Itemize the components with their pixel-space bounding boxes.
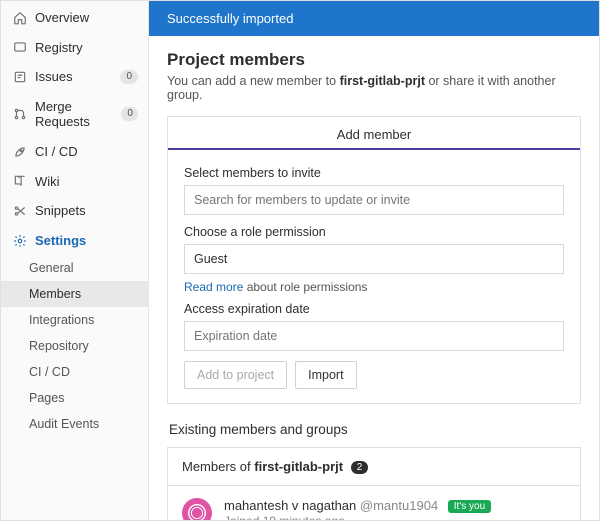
sidebar: Overview Registry Issues 0 Merge Request… [1,1,149,520]
sidebar-item-label: Merge Requests [35,99,113,130]
sidebar-item-issues[interactable]: Issues 0 [1,62,148,92]
merge-icon [13,107,27,121]
sidebar-item-label: Snippets [35,203,86,219]
member-joined: Joined 19 minutes ago [224,514,491,520]
sidebar-item-overview[interactable]: Overview [1,3,148,33]
add-member-panel: Select members to invite Choose a role p… [167,150,581,404]
subnav-audit-events[interactable]: Audit Events [1,411,148,437]
scissors-icon [13,204,27,218]
book-icon [13,174,27,188]
settings-subnav: General Members Integrations Repository … [1,255,148,437]
page-description: You can add a new member to first-gitlab… [167,74,581,102]
sidebar-item-cicd[interactable]: CI / CD [1,137,148,167]
avatar [182,498,212,520]
members-count: 2 [351,461,369,474]
its-you-badge: It's you [448,500,491,513]
select-members-input[interactable] [184,185,564,215]
sidebar-item-label: Settings [35,233,86,249]
sidebar-item-label: Issues [35,69,73,85]
sidebar-item-merge-requests[interactable]: Merge Requests 0 [1,92,148,137]
gear-icon [13,234,27,248]
role-label: Choose a role permission [184,225,564,239]
issues-icon [13,70,27,84]
role-select[interactable]: Guest [184,244,564,274]
rocket-icon [13,145,27,159]
role-help[interactable]: Read more about role permissions [184,280,564,294]
sidebar-item-label: Registry [35,40,83,56]
add-to-project-button[interactable]: Add to project [184,361,287,389]
members-header: Members of first-gitlab-prjt 2 [168,448,580,486]
issues-badge: 0 [120,70,138,84]
import-button[interactable]: Import [295,361,356,389]
subnav-members[interactable]: Members [1,281,148,307]
sidebar-item-label: Overview [35,10,89,26]
subnav-general[interactable]: General [1,255,148,281]
home-icon [13,11,27,25]
tab-add-member[interactable]: Add member [167,116,581,150]
subnav-pages[interactable]: Pages [1,385,148,411]
subnav-cicd[interactable]: CI / CD [1,359,148,385]
member-name: mahantesh v nagathan @mantu1904 It's you [224,498,491,513]
sidebar-item-registry[interactable]: Registry [1,33,148,63]
sidebar-item-settings[interactable]: Settings [1,226,148,256]
expiration-input[interactable] [184,321,564,351]
member-row: mahantesh v nagathan @mantu1904 It's you… [168,486,580,520]
registry-icon [13,40,27,54]
page-title: Project members [167,50,581,70]
existing-members-title: Existing members and groups [169,422,579,437]
subnav-repository[interactable]: Repository [1,333,148,359]
sidebar-item-snippets[interactable]: Snippets [1,196,148,226]
sidebar-item-label: Wiki [35,174,60,190]
sidebar-item-label: CI / CD [35,144,78,160]
select-members-label: Select members to invite [184,166,564,180]
subnav-integrations[interactable]: Integrations [1,307,148,333]
merge-badge: 0 [121,107,138,121]
main: Successfully imported Project members Yo… [149,1,599,520]
members-box: Members of first-gitlab-prjt 2 mahantesh… [167,447,581,520]
expiration-label: Access expiration date [184,302,564,316]
sidebar-item-wiki[interactable]: Wiki [1,167,148,197]
success-banner: Successfully imported [149,1,599,36]
